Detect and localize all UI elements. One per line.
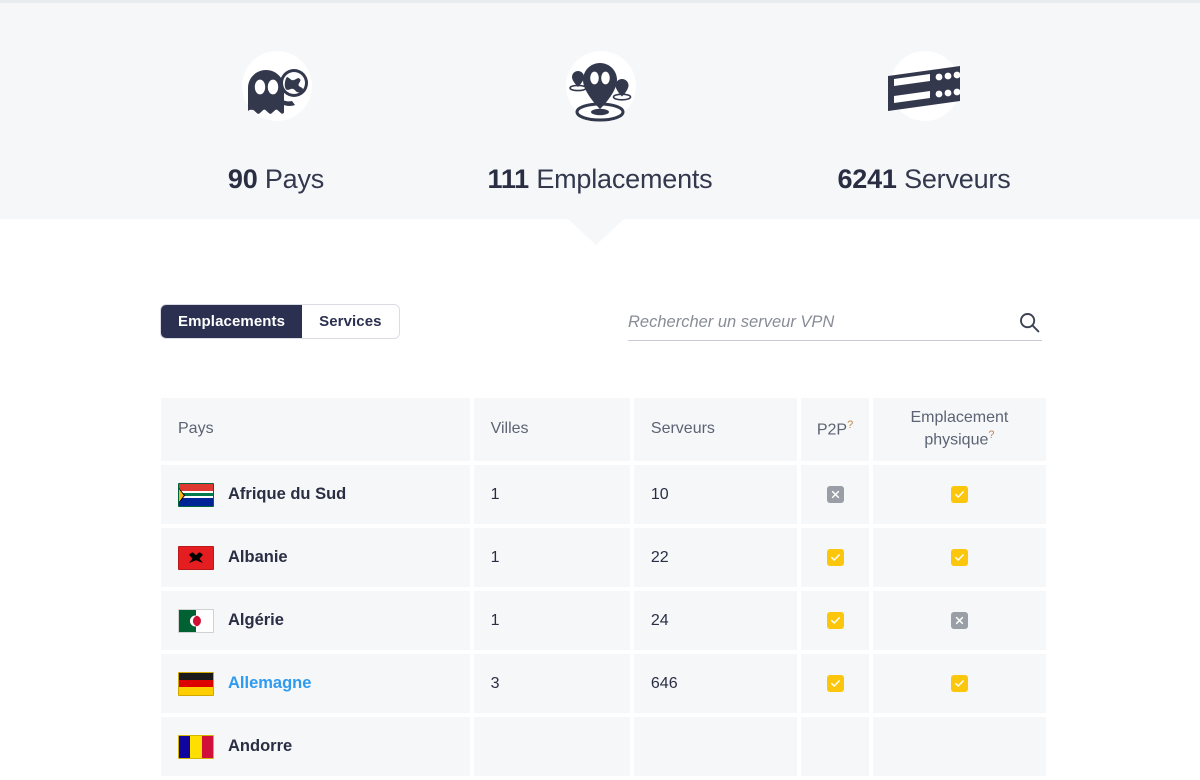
physical-location-yes-icon bbox=[950, 549, 968, 566]
table-row[interactable]: Algérie 1 24 bbox=[161, 591, 1046, 650]
header-cell-pays[interactable]: Pays bbox=[161, 398, 470, 461]
stat-countries-number: 90 bbox=[227, 164, 258, 194]
p2p-help-superscript[interactable]: ? bbox=[847, 419, 853, 431]
servers-count: 22 bbox=[650, 548, 669, 566]
flag-icon bbox=[178, 545, 214, 570]
map-pins-icon bbox=[552, 43, 648, 139]
header-cell-emplacement-physique[interactable]: Emplacement physique? bbox=[872, 398, 1046, 461]
country-name[interactable]: Andorre bbox=[228, 737, 292, 756]
stat-servers-text: 6241 Serveurs bbox=[837, 166, 1010, 193]
table-row[interactable]: Albanie 1 22 bbox=[161, 528, 1046, 587]
cell-p2p bbox=[801, 654, 869, 713]
stat-locations-label: Emplacements bbox=[536, 164, 713, 194]
view-tabs: Emplacements Services bbox=[161, 305, 399, 338]
cell-servers: 22 bbox=[633, 528, 798, 587]
table-header-row: Pays Villes Serveurs P2P? Emplacement phy… bbox=[161, 398, 1046, 461]
cell-physical-location bbox=[872, 654, 1046, 713]
cell-servers: 10 bbox=[633, 465, 798, 524]
servers-icon bbox=[876, 43, 972, 139]
header-label-emplacement-physique: Emplacement physique? bbox=[910, 408, 1009, 449]
header-cell-serveurs[interactable]: Serveurs bbox=[633, 398, 798, 461]
search-input[interactable] bbox=[628, 307, 1016, 338]
cell-servers: 24 bbox=[633, 591, 798, 650]
country-name[interactable]: Allemagne bbox=[228, 674, 311, 693]
cell-servers bbox=[633, 717, 798, 776]
table-controls: Emplacements Services bbox=[0, 305, 1200, 341]
p2p-yes-icon bbox=[826, 675, 844, 692]
country-name[interactable]: Afrique du Sud bbox=[228, 485, 346, 504]
cell-country[interactable]: Algérie bbox=[161, 591, 470, 650]
header-label-p2p: P2P? bbox=[816, 419, 854, 439]
stat-locations-number: 111 bbox=[487, 164, 530, 194]
server-search[interactable] bbox=[628, 305, 1042, 341]
cities-count: 1 bbox=[490, 548, 500, 566]
stats-hero-band: 90 Pays 111 Emplacements 6241 Serveurs bbox=[0, 0, 1200, 219]
table-row[interactable]: Allemagne 3 646 bbox=[161, 654, 1046, 713]
stat-locations-text: 111 Emplacements bbox=[488, 166, 713, 193]
flag-icon bbox=[178, 608, 214, 633]
ghost-globe-icon bbox=[228, 43, 324, 139]
physical-location-no-icon bbox=[950, 612, 968, 629]
country-name[interactable]: Algérie bbox=[228, 611, 284, 630]
cell-servers: 646 bbox=[633, 654, 798, 713]
servers-count: 10 bbox=[650, 485, 669, 503]
cell-country[interactable]: Allemagne bbox=[161, 654, 470, 713]
tab-emplacements[interactable]: Emplacements bbox=[161, 305, 303, 338]
stat-countries-label: Pays bbox=[264, 164, 325, 194]
stat-locations: 111 Emplacements bbox=[438, 3, 762, 193]
cell-p2p bbox=[801, 591, 869, 650]
cell-country[interactable]: Andorre bbox=[161, 717, 470, 776]
p2p-no-icon bbox=[826, 486, 844, 503]
locations-table: Pays Villes Serveurs P2P? Emplacement phy… bbox=[161, 398, 1046, 780]
hero-notch-triangle bbox=[568, 219, 624, 245]
cell-country[interactable]: Albanie bbox=[161, 528, 470, 587]
stat-servers-label: Serveurs bbox=[904, 164, 1011, 194]
p2p-yes-icon bbox=[826, 549, 844, 566]
tab-services[interactable]: Services bbox=[302, 305, 399, 338]
header-cell-villes[interactable]: Villes bbox=[473, 398, 630, 461]
cell-physical-location bbox=[872, 591, 1046, 650]
header-label-villes: Villes bbox=[490, 420, 529, 438]
table-row[interactable]: Afrique du Sud 1 10 bbox=[161, 465, 1046, 524]
stat-servers-number: 6241 bbox=[837, 164, 897, 194]
stat-servers: 6241 Serveurs bbox=[762, 3, 1086, 193]
flag-icon bbox=[178, 482, 214, 507]
cell-physical-location bbox=[872, 717, 1046, 776]
table-body: Afrique du Sud 1 10 Albanie 1 22 Algérie 1 24 All… bbox=[161, 465, 1046, 776]
header-label-serveurs: Serveurs bbox=[650, 420, 715, 438]
header-label-pays: Pays bbox=[178, 420, 214, 438]
cities-count: 1 bbox=[490, 611, 500, 629]
cell-cities: 1 bbox=[473, 528, 630, 587]
country-name[interactable]: Albanie bbox=[228, 548, 288, 567]
cell-p2p bbox=[801, 717, 869, 776]
physical-location-yes-icon bbox=[950, 675, 968, 692]
cell-country[interactable]: Afrique du Sud bbox=[161, 465, 470, 524]
cell-p2p bbox=[801, 465, 869, 524]
cities-count: 1 bbox=[490, 485, 500, 503]
cell-physical-location bbox=[872, 465, 1046, 524]
cities-count: 3 bbox=[490, 674, 500, 692]
flag-icon bbox=[178, 734, 214, 759]
search-icon[interactable] bbox=[1016, 310, 1042, 336]
servers-count: 646 bbox=[650, 674, 678, 692]
stat-countries-text: 90 Pays bbox=[228, 166, 324, 193]
servers-count: 24 bbox=[650, 611, 669, 629]
cell-cities: 1 bbox=[473, 591, 630, 650]
physical-location-yes-icon bbox=[950, 486, 968, 503]
flag-icon bbox=[178, 671, 214, 696]
physique-help-superscript[interactable]: ? bbox=[988, 429, 994, 441]
cell-p2p bbox=[801, 528, 869, 587]
cell-cities bbox=[473, 717, 630, 776]
header-cell-p2p[interactable]: P2P? bbox=[801, 398, 869, 461]
cell-physical-location bbox=[872, 528, 1046, 587]
cell-cities: 1 bbox=[473, 465, 630, 524]
cell-cities: 3 bbox=[473, 654, 630, 713]
stat-countries: 90 Pays bbox=[114, 3, 438, 193]
table-row[interactable]: Andorre bbox=[161, 717, 1046, 776]
p2p-yes-icon bbox=[826, 612, 844, 629]
